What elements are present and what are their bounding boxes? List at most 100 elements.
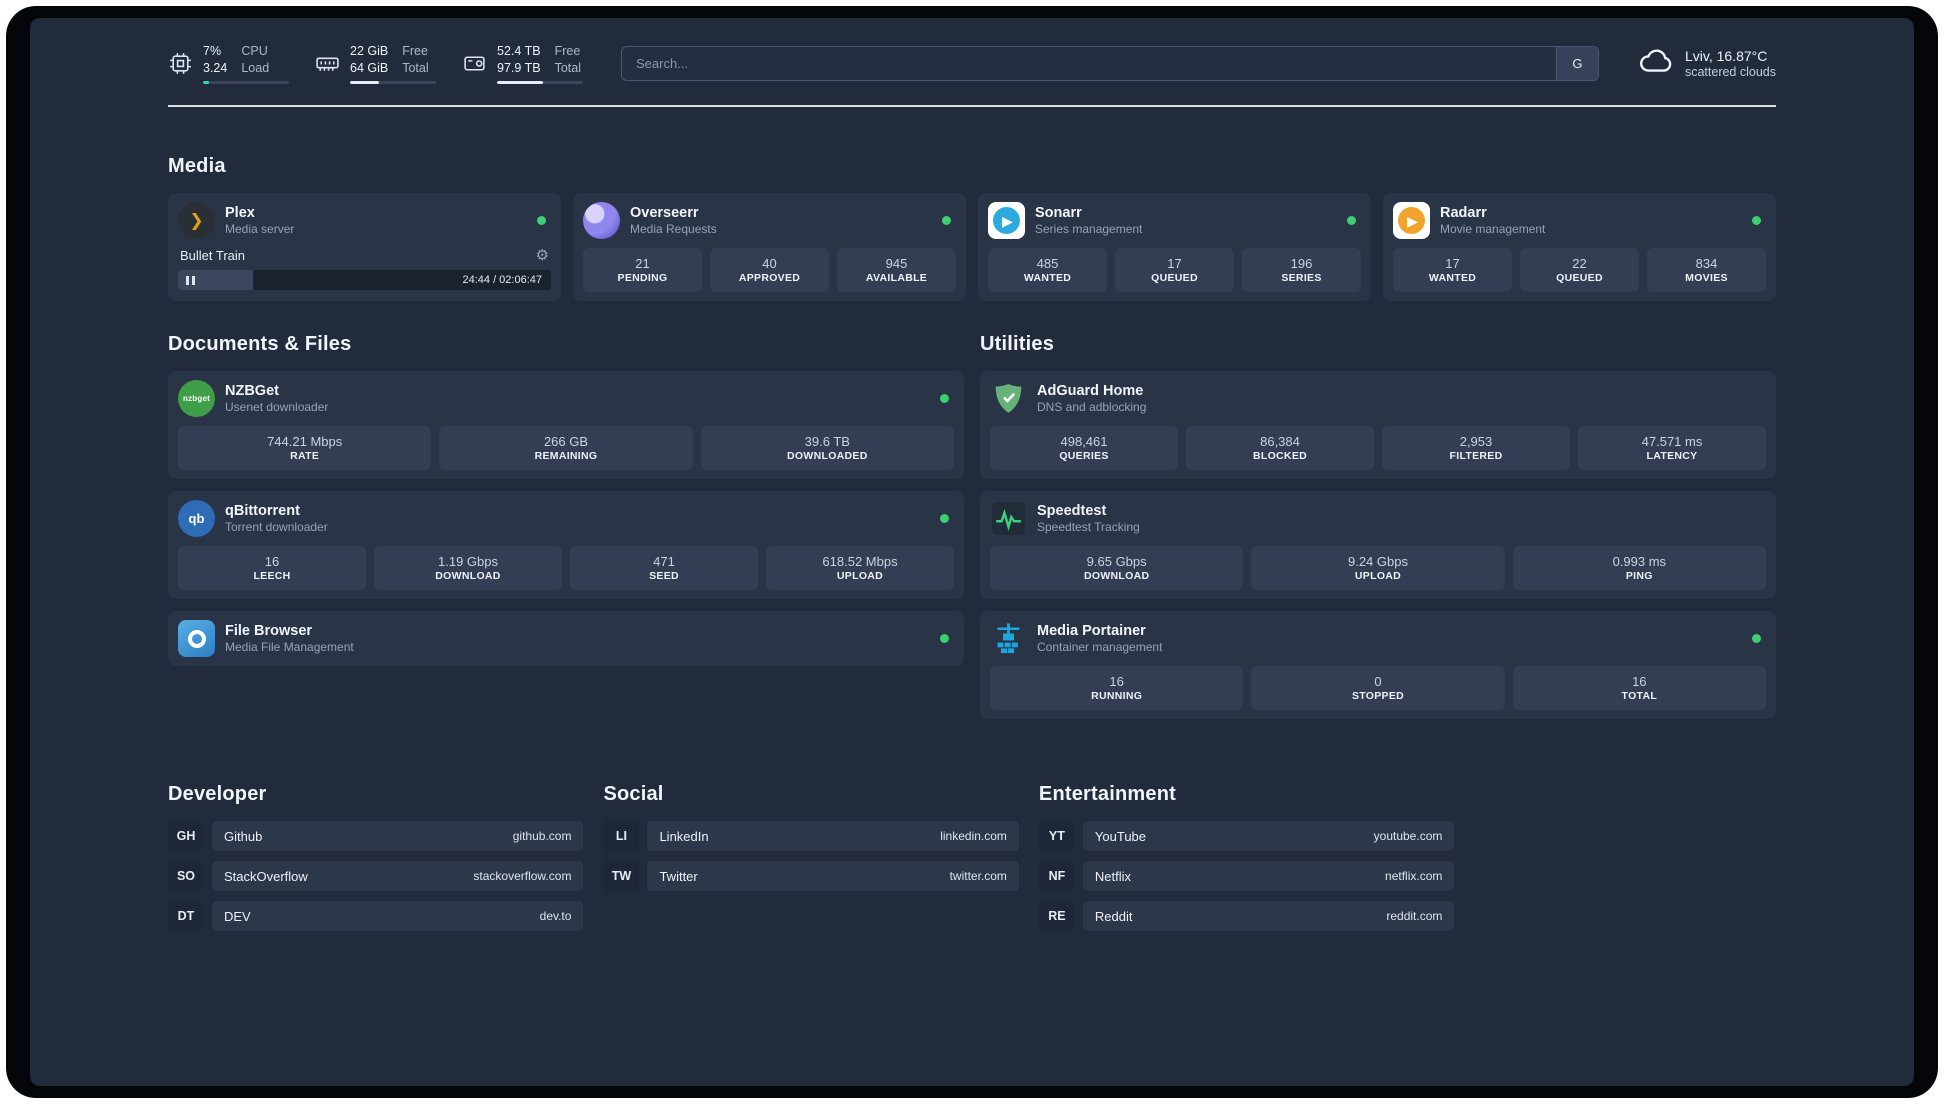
stat-running: 16 RUNNING [990, 666, 1244, 710]
ram-total-value: 64 GiB [350, 60, 389, 75]
bookmark-url: linkedin.com [940, 829, 1007, 843]
status-dot [1752, 216, 1761, 225]
cpu-usage-value: 7% [203, 44, 222, 59]
stat-rate: 744.21 Mbps RATE [178, 426, 432, 470]
bookmark-abbr: TW [603, 861, 640, 891]
stat-series: 196 SERIES [1242, 248, 1361, 292]
cpu-icon [168, 51, 193, 76]
gear-icon[interactable]: ⚙ [536, 248, 549, 263]
stat-filtered: 2,953 FILTERED [1382, 426, 1570, 470]
radarr-card[interactable]: ▶ Radarr Movie management 17 WANTED 22 Q… [1383, 193, 1776, 301]
bookmark-group-developer: Developer GH Github github.com SO StackO… [168, 783, 584, 931]
bookmark-name: DEV [224, 908, 251, 924]
overseerr-card[interactable]: Overseerr Media Requests 21 PENDING 40 A… [573, 193, 966, 301]
portainer-card[interactable]: Media Portainer Container management 16 … [980, 611, 1776, 719]
sonarr-card[interactable]: ▶ Sonarr Series management 485 WANTED 17… [978, 193, 1371, 301]
bookmark-youtube[interactable]: YT YouTube youtube.com [1038, 821, 1455, 851]
playback-progress-bar[interactable]: 24:44 / 02:06:47 [178, 270, 551, 290]
ram-progress-bar [350, 80, 436, 84]
section-title-social: Social [603, 783, 664, 805]
stat-remaining: 266 GB REMAINING [439, 426, 693, 470]
bookmark-name: Github [224, 828, 263, 844]
adguard-shield-icon [990, 380, 1027, 417]
overseerr-icon [583, 202, 620, 239]
bookmark-group-entertainment: Entertainment YT YouTube youtube.com NF … [1038, 783, 1455, 931]
bookmark-twitter[interactable]: TW Twitter twitter.com [603, 861, 1019, 891]
app-subtitle-nzbget: Usenet downloader [225, 400, 329, 414]
bookmark-abbr: NF [1038, 861, 1075, 891]
bookmark-abbr: LI [603, 821, 640, 851]
status-dot [1752, 634, 1761, 643]
screenshot-canvas: 7% 3.24 CPU Load 22 GiB 64 GiB Free Tota… [0, 0, 1944, 1104]
app-title-sonarr: Sonarr [1035, 205, 1082, 221]
stat-leech: 16 LEECH [178, 546, 366, 590]
section-title-entertainment: Entertainment [1038, 783, 1176, 805]
stat-total: 16 TOTAL [1512, 666, 1766, 710]
stat-seed: 471 SEED [570, 546, 758, 590]
bookmark-url: youtube.com [1373, 829, 1443, 843]
bookmark-name: YouTube [1094, 828, 1147, 844]
app-subtitle-adguard: DNS and adblocking [1037, 400, 1147, 414]
disk-total-label: Total [554, 60, 581, 75]
disk-free-label: Free [554, 44, 581, 59]
cpu-metric: 7% 3.24 CPU Load [168, 43, 289, 84]
stat-stopped: 0 STOPPED [1251, 666, 1505, 710]
stat-latency: 47.571 ms LATENCY [1578, 426, 1766, 470]
section-title-media: Media [168, 155, 226, 177]
speedtest-card[interactable]: Speedtest Speedtest Tracking 9.65 Gbps D… [980, 491, 1776, 599]
bookmark-name: Reddit [1094, 908, 1133, 924]
status-dot [940, 514, 949, 523]
dashboard-app: 7% 3.24 CPU Load 22 GiB 64 GiB Free Tota… [30, 18, 1914, 1086]
app-subtitle-speedtest: Speedtest Tracking [1037, 520, 1140, 534]
cpu-label: CPU [241, 44, 268, 59]
stat-blocked: 86,384 BLOCKED [1186, 426, 1374, 470]
app-title-nzbget: NZBGet [225, 383, 279, 399]
bookmark-netflix[interactable]: NF Netflix netflix.com [1038, 861, 1455, 891]
bookmark-reddit[interactable]: RE Reddit reddit.com [1038, 901, 1455, 931]
plex-card[interactable]: ❯ Plex Media server Bullet Train ⚙ 24:44… [168, 193, 561, 301]
bookmark-linkedin[interactable]: LI LinkedIn linkedin.com [603, 821, 1019, 851]
bookmark-github[interactable]: GH Github github.com [168, 821, 584, 851]
app-title-qbittorrent: qBittorrent [225, 503, 300, 519]
app-title-adguard: AdGuard Home [1037, 383, 1144, 399]
bookmark-dev[interactable]: DT DEV dev.to [168, 901, 584, 931]
stat-approved: 40 APPROVED [710, 248, 829, 292]
app-title-overseerr: Overseerr [630, 205, 699, 221]
status-dot [1347, 216, 1356, 225]
weather-condition: scattered clouds [1684, 65, 1776, 79]
plex-icon: ❯ [178, 202, 215, 239]
stat-wanted: 17 WANTED [1393, 248, 1512, 292]
stat-downloaded: 39.6 TB DOWNLOADED [700, 426, 954, 470]
weather-location: Lviv, 16.87°C [1684, 48, 1768, 64]
ram-icon [315, 51, 340, 76]
bookmark-url: netflix.com [1385, 869, 1443, 883]
nzbget-card[interactable]: nzbget NZBGet Usenet downloader 744.21 M… [168, 371, 964, 479]
section-title-utilities: Utilities [980, 333, 1055, 355]
disk-progress-bar [497, 80, 583, 84]
stat-queued: 22 QUEUED [1520, 248, 1639, 292]
stat-download: 9.65 Gbps DOWNLOAD [990, 546, 1244, 590]
stat-upload: 618.52 Mbps UPLOAD [766, 546, 954, 590]
adguard-card[interactable]: AdGuard Home DNS and adblocking 498,461 … [980, 371, 1776, 479]
app-title-speedtest: Speedtest [1037, 503, 1107, 519]
cloud-icon [1637, 42, 1675, 85]
qbittorrent-card[interactable]: qb qBittorrent Torrent downloader 16 LEE… [168, 491, 964, 599]
bookmark-stackoverflow[interactable]: SO StackOverflow stackoverflow.com [168, 861, 584, 891]
stat-upload: 9.24 Gbps UPLOAD [1251, 546, 1505, 590]
status-dot [940, 634, 949, 643]
cpu-load-value: 3.24 [203, 60, 228, 75]
search-engine-button[interactable]: G [1555, 47, 1598, 80]
filebrowser-card[interactable]: File Browser Media File Management [168, 611, 964, 666]
app-title-portainer: Media Portainer [1037, 623, 1146, 639]
pause-icon[interactable] [186, 275, 195, 285]
nzbget-icon: nzbget [178, 380, 215, 417]
bookmark-url: github.com [512, 829, 572, 843]
ram-free-value: 22 GiB [350, 44, 389, 59]
app-subtitle-portainer: Container management [1037, 640, 1163, 654]
search-input[interactable] [622, 47, 1556, 80]
bookmark-abbr: YT [1038, 821, 1075, 851]
app-title-filebrowser: File Browser [225, 623, 313, 639]
app-subtitle-overseerr: Media Requests [630, 222, 717, 236]
playback-time: 24:44 / 02:06:47 [462, 274, 542, 286]
stat-pending: 21 PENDING [583, 248, 702, 292]
